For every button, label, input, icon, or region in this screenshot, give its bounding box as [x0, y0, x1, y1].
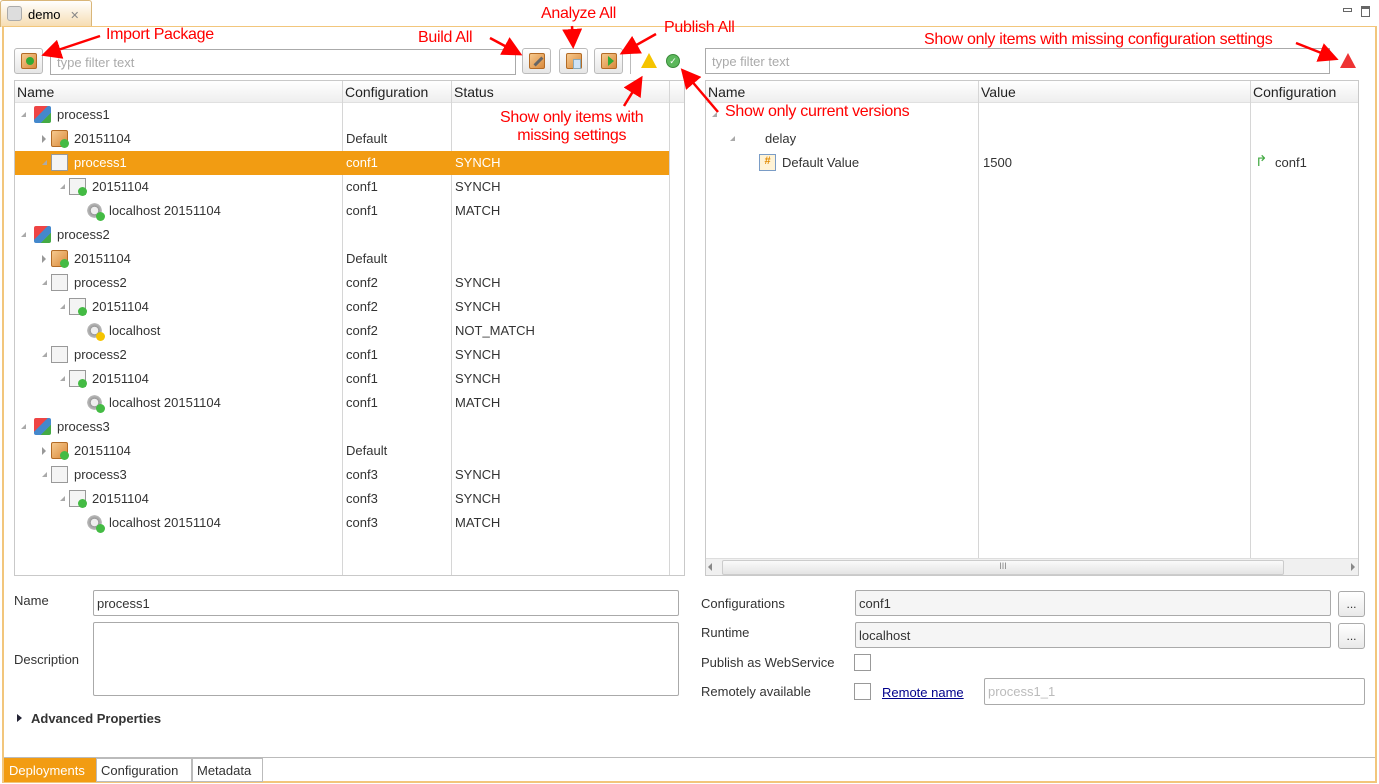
arrow-current-versions — [680, 68, 719, 113]
annotation-build-all: Build All — [418, 29, 473, 46]
arrow-missing-settings — [622, 75, 643, 107]
annotation-missing-config: Show only items with missing configurati… — [924, 31, 1273, 48]
arrow-publish — [619, 32, 657, 55]
arrow-build — [489, 36, 523, 56]
annotation-import-package: Import Package — [106, 26, 214, 43]
annotation-analyze-all: Analyze All — [541, 5, 616, 22]
arrow-import — [41, 34, 101, 59]
annotation-publish-all: Publish All — [664, 19, 735, 36]
arrow-analyze — [562, 25, 583, 49]
annotation-missing-settings: Show only items with missing settings — [500, 109, 644, 144]
annotation-current-versions: Show only current versions — [725, 103, 910, 120]
annotation-arrows — [41, 25, 1339, 113]
arrow-missing-config — [1295, 41, 1339, 62]
